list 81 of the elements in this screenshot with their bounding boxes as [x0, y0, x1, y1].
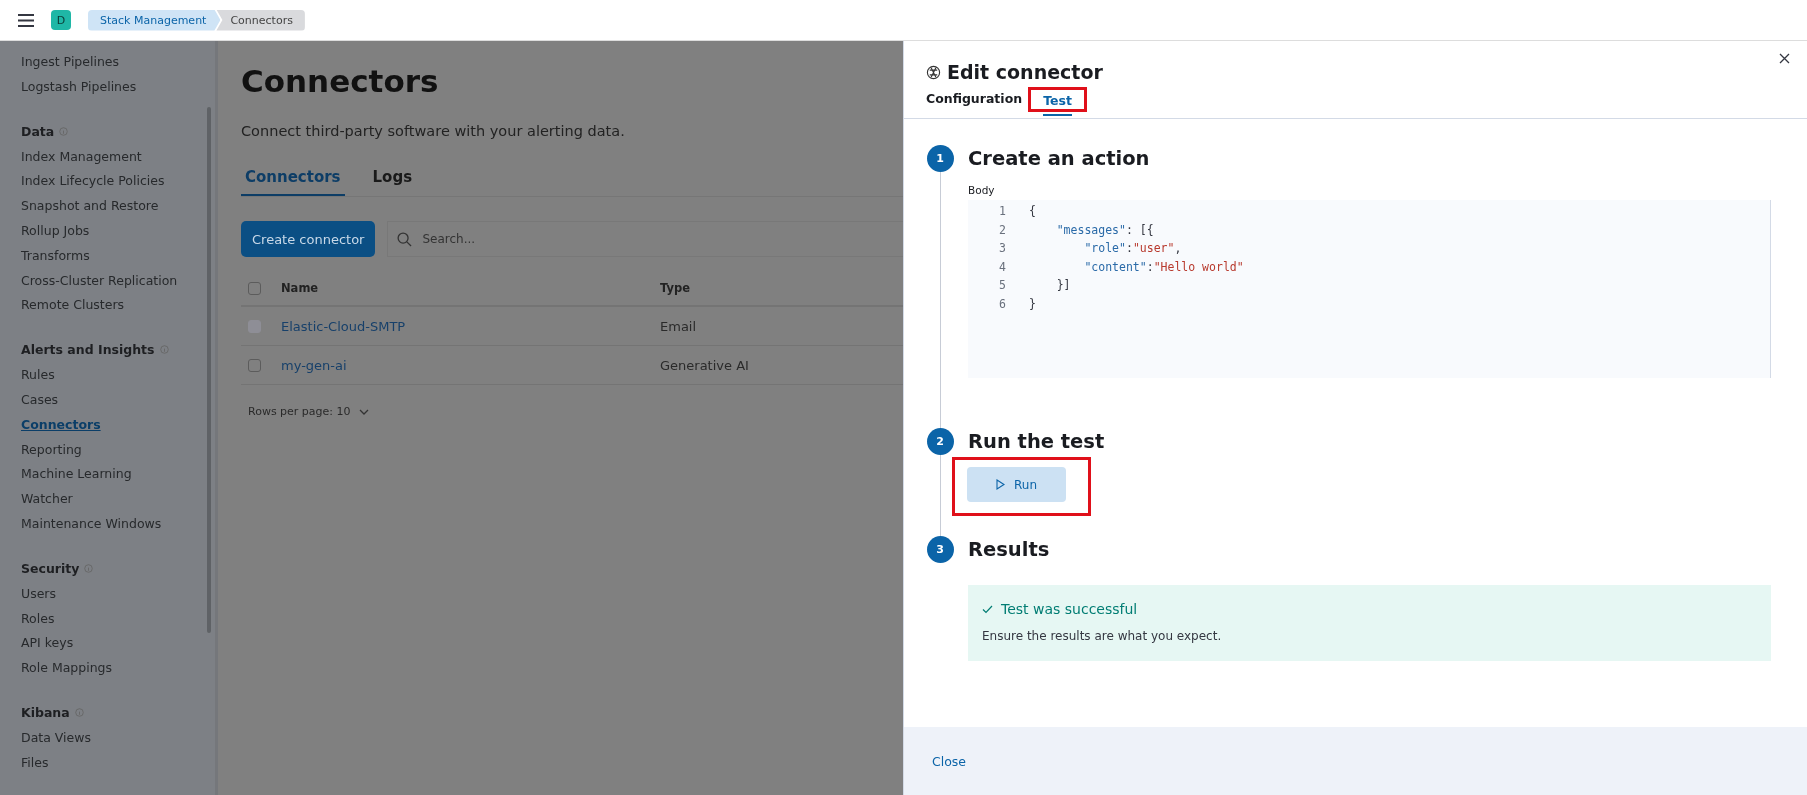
connector-link[interactable]: my-gen-ai [281, 357, 660, 373]
sidebar-item[interactable]: Machine Learning [21, 465, 132, 484]
play-icon [996, 479, 1005, 490]
section-heading: Kibana [21, 704, 70, 720]
info-icon [59, 126, 69, 136]
run-button[interactable]: Run [967, 467, 1066, 502]
tab[interactable]: Test [1043, 87, 1072, 116]
line-number: 2 [998, 222, 1007, 237]
callout-text: Ensure the results are what you expect. [982, 629, 1223, 643]
sidebar-item[interactable]: Users [21, 584, 56, 603]
breadcrumb[interactable]: Connectors [216, 9, 305, 31]
code-editor[interactable]: 1 { 2 "messages": [{ 3 "role":"user", 4 "content":"Hello world" 5 }] 6 } [968, 200, 1771, 378]
column-header: Name [281, 281, 320, 295]
code-line: } [1029, 296, 1036, 311]
sidebar-item[interactable]: Ingest Pipelines [21, 53, 120, 71]
page-title: Connectors [241, 63, 440, 99]
flyout-title: Edit connector [947, 61, 1103, 83]
sidebar-item[interactable]: Rollup Jobs [21, 222, 90, 240]
code-line: "role":"user", [1083, 241, 1182, 256]
step-number: 2 [926, 428, 954, 455]
line-number: 5 [998, 278, 1007, 293]
rows-per-page-button[interactable]: Rows per page: 10 [248, 405, 369, 418]
sidebar-item[interactable]: Logstash Pipelines [21, 77, 137, 96]
line-number: 4 [998, 259, 1007, 274]
close-icon[interactable] [1779, 53, 1790, 64]
line-number: 6 [998, 296, 1007, 311]
sidebar-item[interactable]: Remote Clusters [21, 296, 125, 315]
code-line: "messages": [{ [1055, 222, 1154, 237]
sidebar-item[interactable]: Reporting [21, 440, 82, 459]
step-title: Create an action [968, 146, 1151, 172]
section-heading: Data [21, 123, 55, 139]
table-cell: Email [660, 318, 697, 334]
page-description: Connect third-party software with your alerting data. [241, 123, 626, 139]
sidebar-item[interactable]: API keys [21, 634, 74, 653]
column-header: Type [660, 281, 690, 295]
check-icon [982, 604, 993, 614]
step-number: 1 [926, 145, 954, 172]
sidebar-item[interactable]: Cross-Cluster Replication [21, 271, 178, 290]
callout-title: Test was successful [1001, 601, 1138, 617]
checkbox[interactable] [248, 358, 261, 372]
code-line: "content":"Hello world" [1083, 259, 1244, 274]
menu-icon[interactable] [18, 13, 34, 27]
create-connector-button[interactable]: Create connector [241, 221, 376, 257]
info-icon [84, 563, 94, 573]
section-heading: Security [21, 560, 80, 576]
search-icon [397, 232, 413, 247]
step-title: Run the test [968, 429, 1106, 455]
sidebar-item[interactable]: Transforms [21, 246, 90, 265]
section-heading: Alerts and Insights [21, 342, 155, 358]
info-icon [74, 707, 84, 717]
checkbox[interactable] [248, 281, 261, 295]
knot-logo-icon [926, 64, 941, 80]
search-field[interactable]: Search... [387, 221, 903, 257]
sidebar-item[interactable]: Data Views [21, 728, 91, 747]
step-number: 3 [926, 536, 954, 563]
step-title: Results [968, 537, 1051, 563]
line-number: 1 [998, 204, 1007, 219]
space-avatar[interactable]: D [51, 10, 71, 30]
code-line: }] [1055, 278, 1071, 293]
table-cell: Generative AI [660, 357, 749, 373]
sidebar-item[interactable]: Cases [21, 390, 59, 409]
sidebar-item[interactable]: Connectors [21, 415, 101, 434]
sidebar-item[interactable]: Index Lifecycle Policies [21, 172, 165, 191]
sidebar-item[interactable]: Role Mappings [21, 659, 113, 677]
info-icon [159, 345, 169, 355]
sidebar-item[interactable]: Maintenance Windows [21, 514, 162, 533]
line-number: 3 [998, 241, 1007, 256]
sidebar-item[interactable]: Files [21, 753, 49, 772]
sidebar-item[interactable]: Index Management [21, 147, 142, 166]
close-button[interactable]: Close [932, 753, 967, 769]
breadcrumb[interactable]: Stack Management [88, 9, 221, 31]
tab[interactable]: Connectors [241, 164, 345, 196]
tab[interactable]: Configuration [926, 85, 1023, 114]
chevron-down-icon [358, 408, 369, 415]
code-line: { [1029, 204, 1036, 219]
sidebar-item[interactable]: Watcher [21, 490, 73, 508]
field-label: Body [968, 184, 996, 196]
sidebar-item[interactable]: Rules [21, 366, 55, 384]
sidebar-item[interactable]: Snapshot and Restore [21, 197, 159, 215]
tab[interactable]: Logs [368, 164, 417, 196]
sidebar-item[interactable]: Roles [21, 609, 55, 628]
